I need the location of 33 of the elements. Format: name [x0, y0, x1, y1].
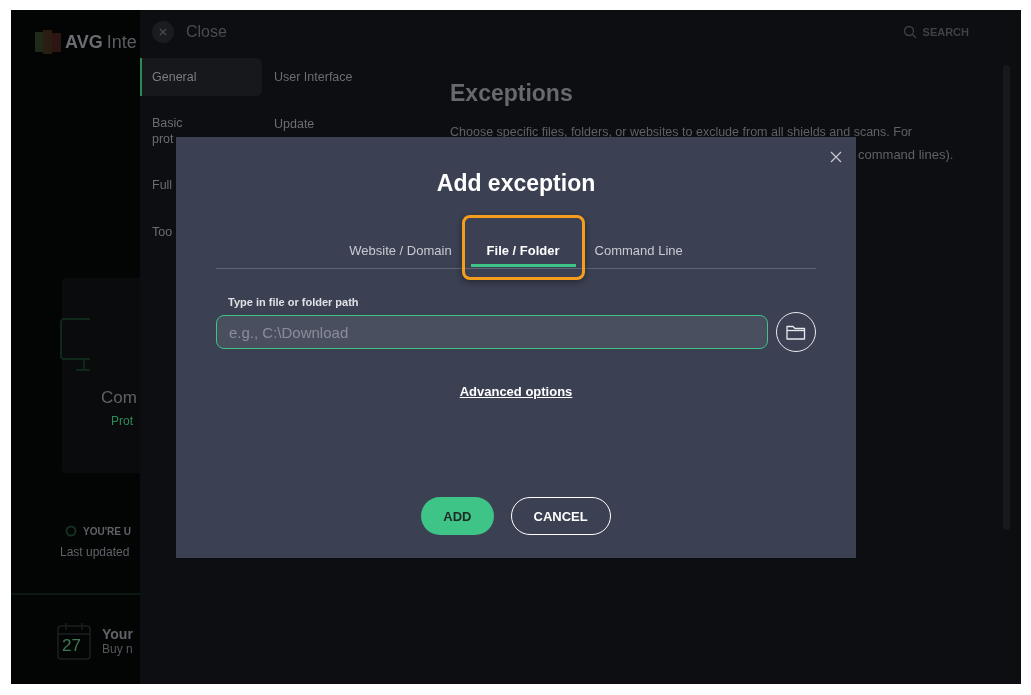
section-heading: Exceptions [450, 80, 574, 107]
update-status: YOU'RE U [83, 525, 131, 537]
add-button[interactable]: ADD [421, 497, 494, 535]
section-description: Choose specific files, folders, or websites to exclude from all shields and scans. For [450, 125, 913, 139]
section-description: command lines). [858, 147, 955, 162]
promo-subtitle: Buy n [102, 642, 133, 656]
dialog-title: Add exception [436, 170, 596, 197]
search-icon [902, 25, 917, 39]
folder-icon [786, 324, 806, 340]
path-input-field[interactable]: e.g., C:\Download [216, 315, 768, 349]
promo-title: Your [102, 626, 133, 642]
nav-item[interactable]: User Interface [262, 58, 401, 96]
tab[interactable]: File / Folder [470, 230, 576, 267]
logo-text: AVG [65, 31, 103, 53]
close-icon [152, 21, 174, 43]
card-title: Com [101, 388, 137, 408]
app-title: Inte [106, 31, 137, 53]
nav-item[interactable]: Update [262, 105, 401, 143]
refresh-icon [65, 525, 77, 537]
nav-item[interactable]: Full [140, 166, 262, 204]
advanced-options-link[interactable]: Advanced options [459, 384, 573, 399]
logo-icon [35, 30, 61, 54]
close-button[interactable]: Close [152, 21, 227, 43]
last-updated: Last updated [60, 545, 131, 559]
nav-item[interactable]: General [140, 58, 262, 96]
nav-item[interactable]: Basic prot [140, 105, 262, 157]
field-label: Type in file or folder path [228, 296, 359, 308]
tab[interactable]: Website / Domain [342, 230, 459, 267]
monitor-icon [60, 318, 90, 374]
tab[interactable]: Command Line [587, 230, 690, 267]
close-icon[interactable] [828, 149, 844, 165]
card-status: Prot [111, 414, 133, 428]
nav-item[interactable]: Too [140, 213, 262, 251]
